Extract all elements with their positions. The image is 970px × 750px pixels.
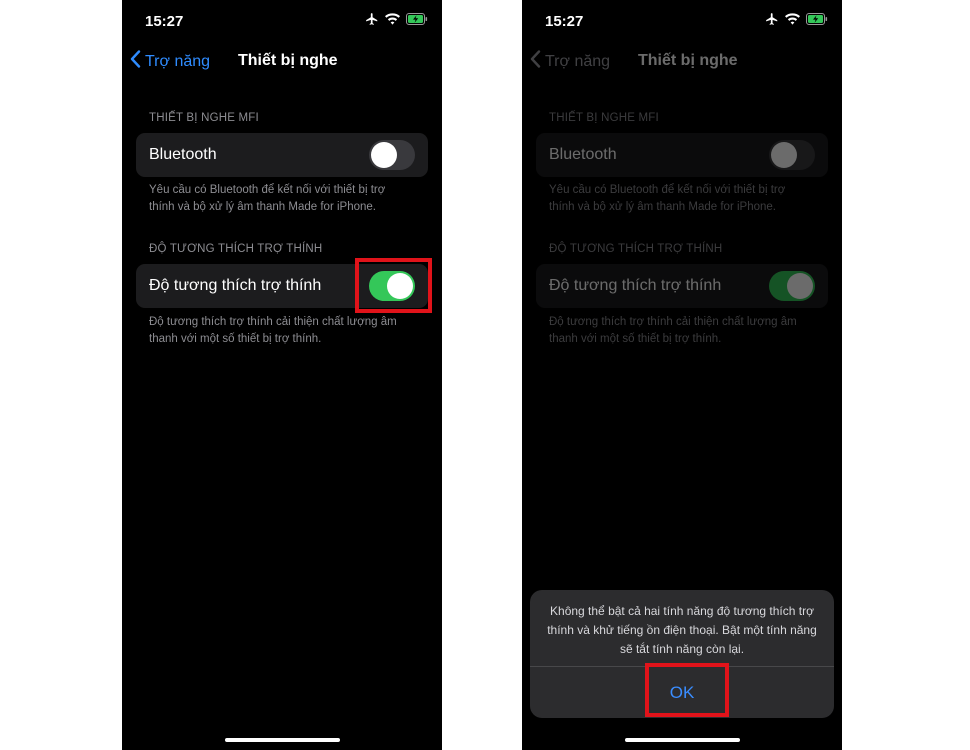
hearing-aid-compatibility-label: Độ tương thích trợ thính [549,277,722,294]
home-indicator [225,738,340,742]
highlight-box-toggle [355,258,432,313]
toggle-knob [771,142,797,168]
bluetooth-row: Bluetooth [136,133,428,177]
bluetooth-label: Bluetooth [549,146,617,163]
phone-screen-right: 15:27 Trợ năng Thiết bị nghe THIẾT BỊ NG… [522,0,842,750]
navigation-bar: Trợ năng Thiết bị nghe [522,44,842,80]
back-button[interactable]: Trợ năng [130,50,210,73]
section-header-mfi: THIẾT BỊ NGHE MFI [549,112,659,124]
chevron-left-icon [530,50,541,73]
status-icons [365,12,428,26]
home-indicator [625,738,740,742]
bluetooth-row: Bluetooth [536,133,828,177]
phone-screen-left: 15:27 Trợ năng Thiết bị nghe THIẾT BỊ NG… [122,0,442,750]
hearing-aid-footer-note: Độ tương thích trợ thính cải thiện chất … [549,316,797,345]
bluetooth-toggle[interactable] [769,140,815,170]
bluetooth-footer-note: Yêu cầu có Bluetooth để kết nối với thiế… [549,184,786,213]
alert-message: Không thể bật cả hai tính năng độ tương … [547,604,817,656]
status-bar: 15:27 [122,0,442,44]
hearing-aid-compatibility-label: Độ tương thích trợ thính [149,277,322,294]
back-button[interactable]: Trợ năng [530,50,610,73]
status-time: 15:27 [145,13,184,30]
page-title: Thiết bị nghe [238,52,338,69]
highlight-box-ok [645,663,729,717]
toggle-knob [371,142,397,168]
hearing-aid-footer-note: Độ tương thích trợ thính cải thiện chất … [149,316,397,345]
section-header-hac: ĐỘ TƯƠNG THÍCH TRỢ THÍNH [549,243,723,255]
section-header-mfi: THIẾT BỊ NGHE MFI [149,112,259,124]
back-label: Trợ năng [545,52,611,70]
wifi-icon [385,13,400,25]
battery-charging-icon [406,13,428,25]
chevron-left-icon [130,50,141,73]
bluetooth-toggle[interactable] [369,140,415,170]
page-title: Thiết bị nghe [638,52,738,69]
airplane-icon [365,12,379,26]
toggle-knob [787,273,813,299]
back-label: Trợ năng [145,52,211,70]
hearing-aid-compatibility-row: Độ tương thích trợ thính [536,264,828,308]
bluetooth-label: Bluetooth [149,146,217,163]
navigation-bar: Trợ năng Thiết bị nghe [122,44,442,80]
bluetooth-footer-note: Yêu cầu có Bluetooth để kết nối với thiế… [149,184,386,213]
hearing-aid-compatibility-toggle[interactable] [769,271,815,301]
section-header-hac: ĐỘ TƯƠNG THÍCH TRỢ THÍNH [149,243,323,255]
